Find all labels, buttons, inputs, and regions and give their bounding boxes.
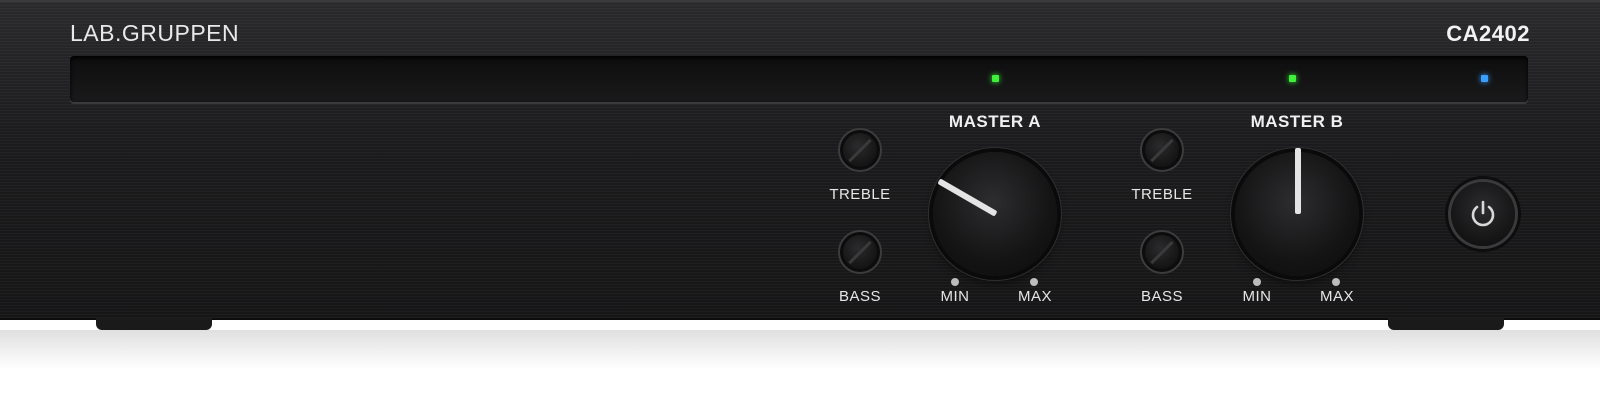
master-a-min-dot <box>951 278 959 286</box>
brand-logo: LAB.GRUPPEN <box>70 20 240 46</box>
channel-b-treble-trim[interactable] <box>1140 128 1184 172</box>
channel-b-heading: MASTER B <box>1250 112 1344 131</box>
right-foot <box>1388 318 1504 330</box>
channel-a-signal-led <box>992 75 999 82</box>
channel-a-heading: MASTER A <box>948 112 1042 131</box>
master-b-max-dot <box>1332 278 1340 286</box>
amplifier-front-panel: LAB.GRUPPEN CA2402 TREBLE BASS MASTER A … <box>0 0 1600 320</box>
power-icon <box>1471 200 1495 227</box>
channel-a-treble-trim[interactable] <box>838 128 882 172</box>
channel-b-treble-label: TREBLE <box>1131 186 1193 203</box>
master-a-max-dot <box>1030 278 1038 286</box>
display-slot <box>70 56 1528 102</box>
channel-b-bass-label: BASS <box>1140 288 1184 305</box>
master-b-min-dot <box>1253 278 1261 286</box>
channel-b-signal-led <box>1289 75 1296 82</box>
channel-a-treble-label: TREBLE <box>829 186 891 203</box>
master-a-knob[interactable] <box>933 152 1057 276</box>
master-b-min-label: MIN <box>1242 288 1272 305</box>
channel-a-bass-trim[interactable] <box>838 230 882 274</box>
power-led <box>1481 75 1488 82</box>
master-a-max-label: MAX <box>1017 288 1052 305</box>
master-a-knob-pointer <box>937 178 998 217</box>
channel-a-bass-label: BASS <box>838 288 882 305</box>
channel-b-bass-trim[interactable] <box>1140 230 1184 274</box>
model-name: CA2402 <box>1446 21 1530 46</box>
power-button[interactable] <box>1451 182 1515 246</box>
master-a-min-label: MIN <box>940 288 970 305</box>
master-b-max-label: MAX <box>1319 288 1354 305</box>
master-b-knob[interactable] <box>1235 148 1359 276</box>
master-b-knob-pointer <box>1295 148 1301 214</box>
left-foot <box>96 318 212 330</box>
floor-shadow <box>0 330 1600 370</box>
